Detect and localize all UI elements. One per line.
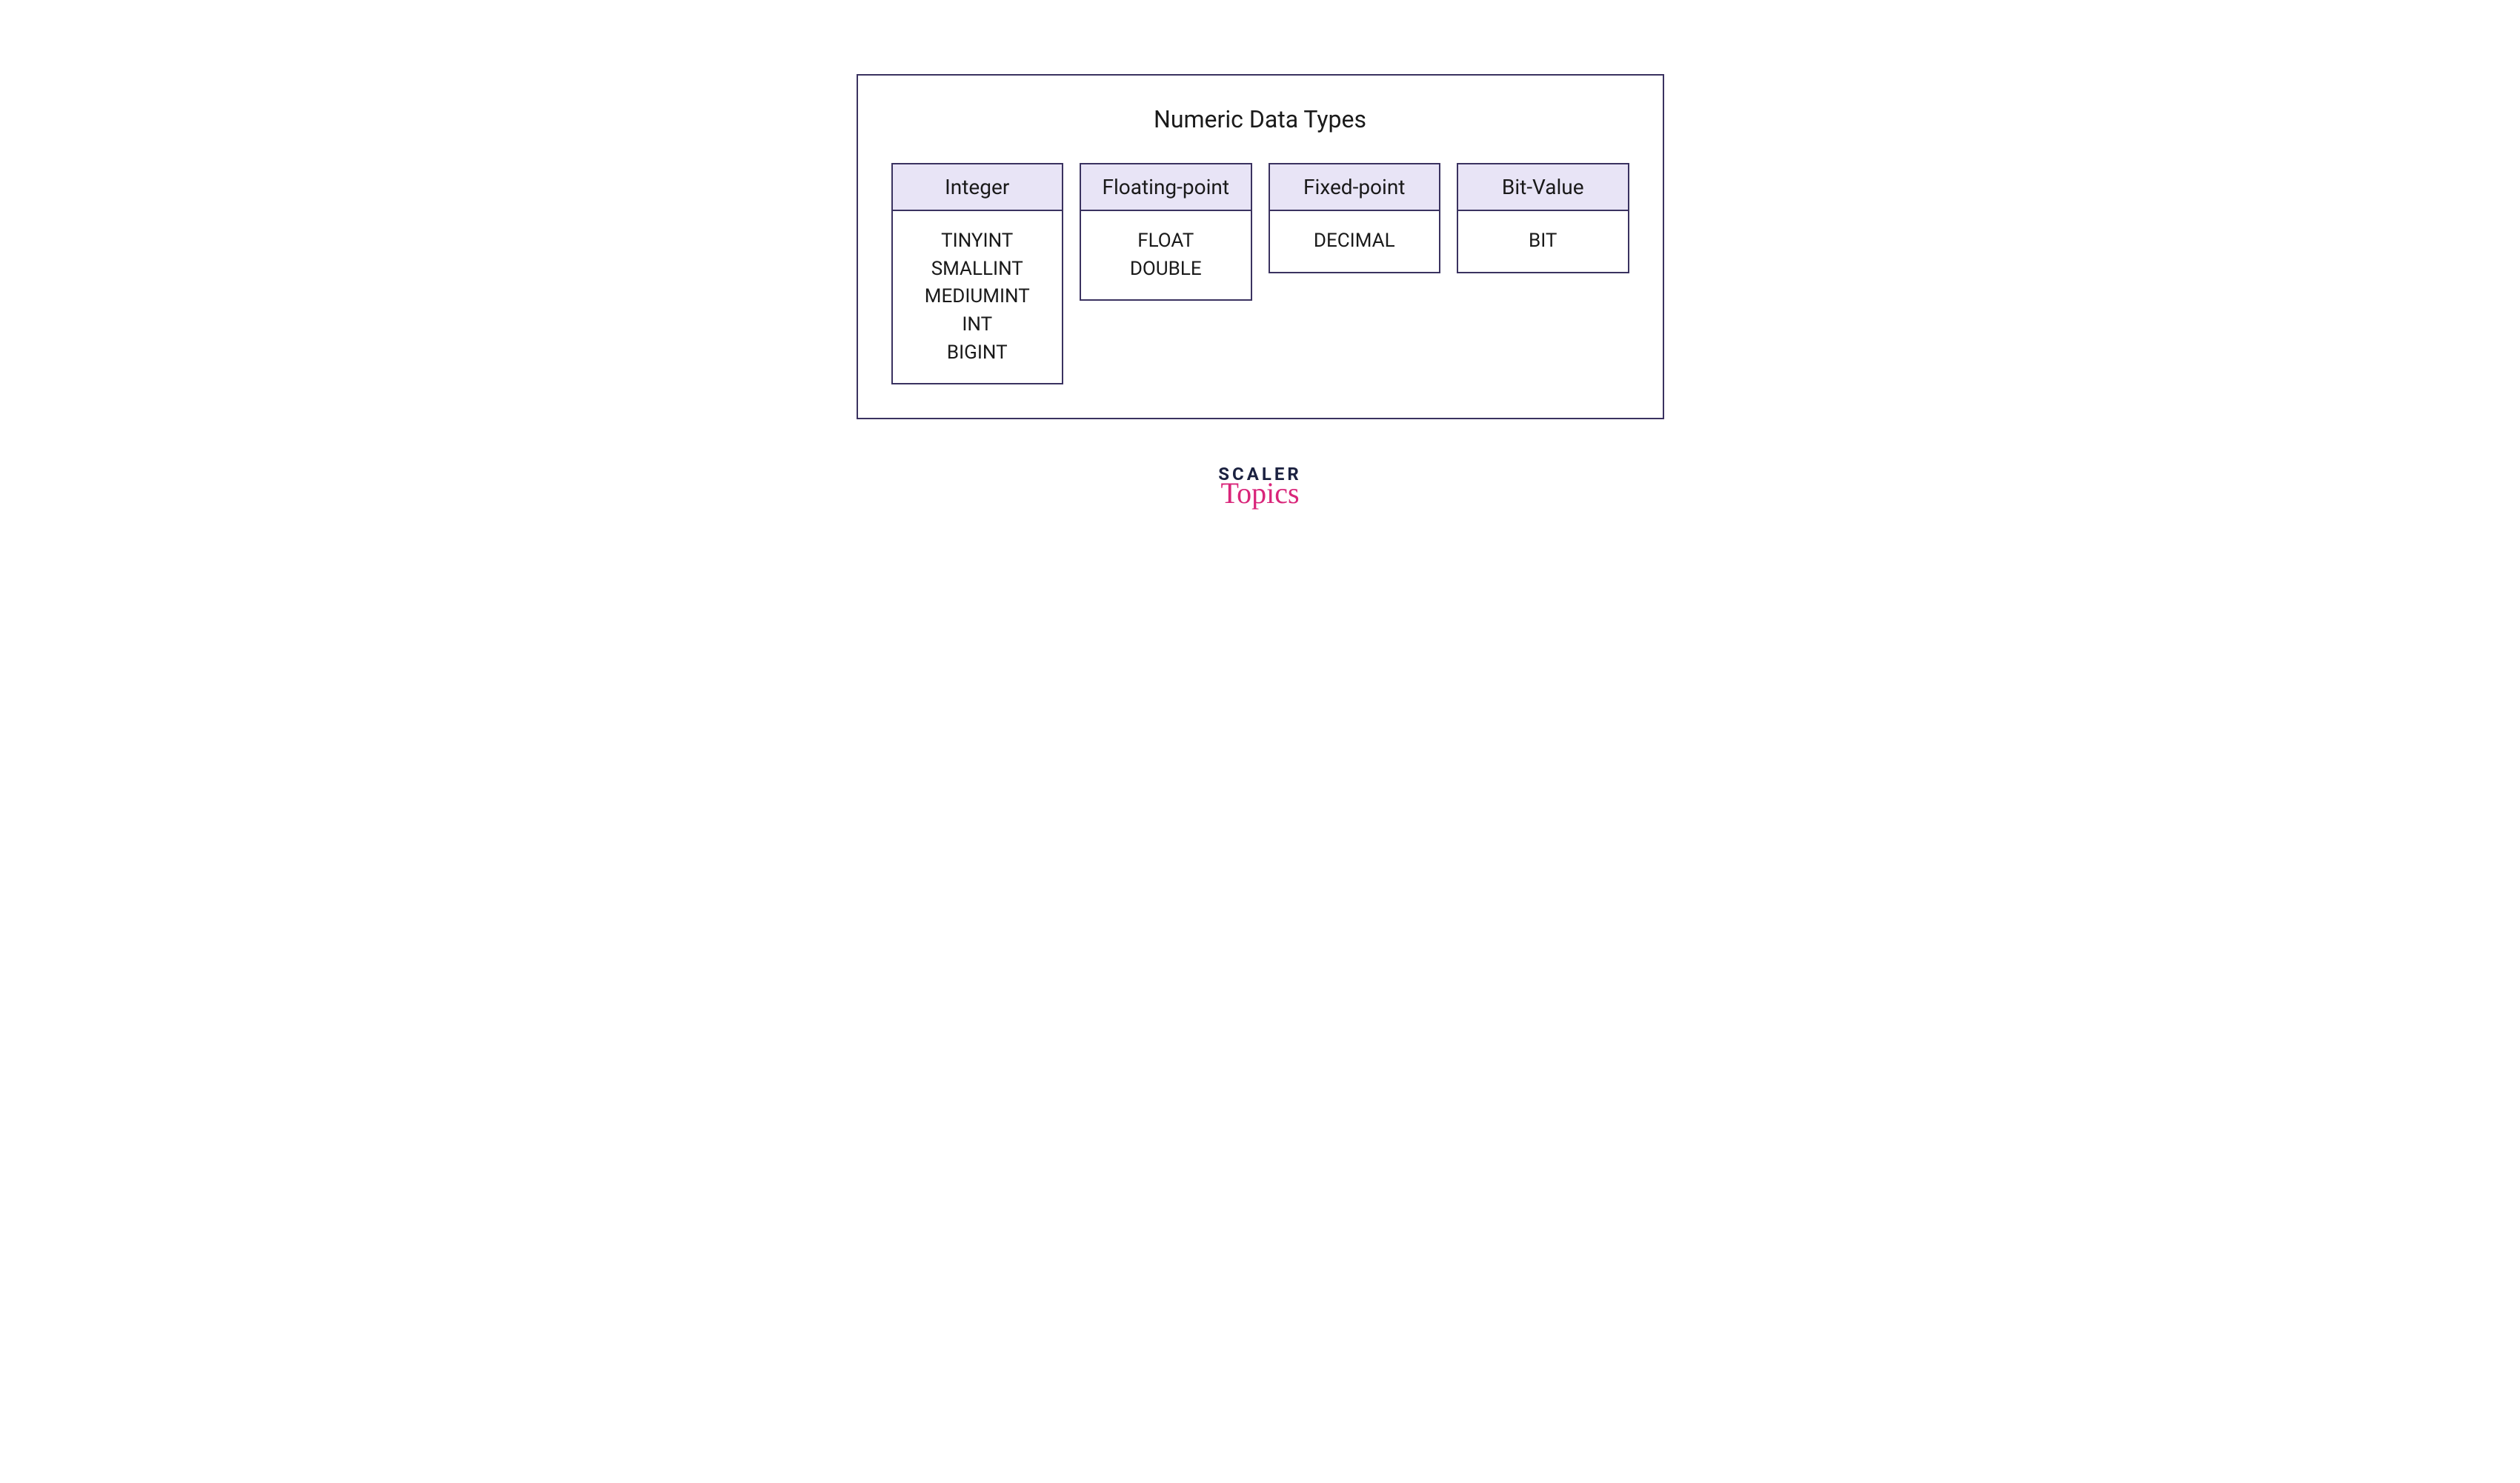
category-item: INT	[902, 311, 1054, 339]
category-item: TINYINT	[902, 227, 1054, 256]
category-item: DECIMAL	[1279, 227, 1431, 256]
category-body: TINYINT SMALLINT MEDIUMINT INT BIGINT	[893, 211, 1063, 383]
category-item: BIGINT	[902, 339, 1054, 367]
categories-row: Integer TINYINT SMALLINT MEDIUMINT INT B…	[891, 163, 1629, 384]
category-body: BIT	[1458, 211, 1628, 272]
category-box-floating-point: Floating-point FLOAT DOUBLE	[1080, 163, 1252, 301]
category-box-integer: Integer TINYINT SMALLINT MEDIUMINT INT B…	[891, 163, 1064, 384]
category-header: Fixed-point	[1270, 164, 1440, 211]
category-item: MEDIUMINT	[902, 283, 1054, 311]
brand-logo: SCALER Topics	[1209, 464, 1312, 508]
category-header: Integer	[893, 164, 1063, 211]
diagram-container: Numeric Data Types Integer TINYINT SMALL…	[857, 74, 1664, 419]
logo-text-bottom: Topics	[1209, 479, 1312, 508]
category-body: FLOAT DOUBLE	[1081, 211, 1251, 299]
category-item: DOUBLE	[1090, 256, 1242, 284]
category-header: Floating-point	[1081, 164, 1251, 211]
category-item: SMALLINT	[902, 256, 1054, 284]
category-box-bit-value: Bit-Value BIT	[1457, 163, 1629, 273]
category-body: DECIMAL	[1270, 211, 1440, 272]
category-item: FLOAT	[1090, 227, 1242, 256]
category-header: Bit-Value	[1458, 164, 1628, 211]
diagram-title: Numeric Data Types	[891, 105, 1629, 133]
category-item: BIT	[1467, 227, 1619, 256]
category-box-fixed-point: Fixed-point DECIMAL	[1269, 163, 1441, 273]
